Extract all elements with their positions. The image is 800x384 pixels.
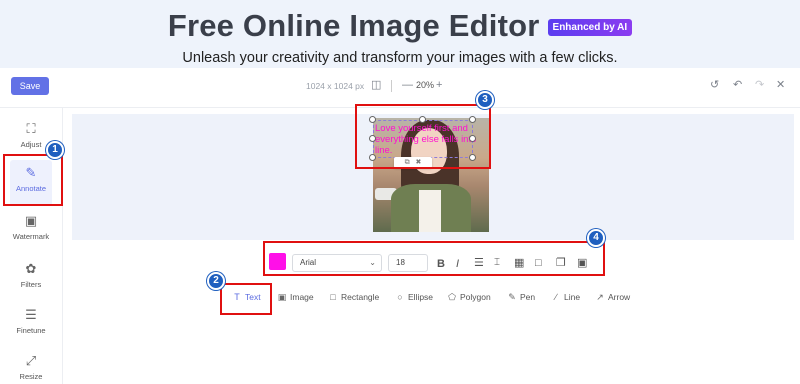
font-size-value: 18 — [396, 258, 405, 267]
sidebar-item-finetune[interactable]: ☰ Finetune — [0, 302, 62, 348]
image-icon: ▣ — [277, 292, 287, 302]
tool-label: Arrow — [608, 292, 631, 302]
bold-icon[interactable]: B — [437, 257, 445, 271]
text-icon: T — [234, 292, 240, 302]
resize-handle[interactable] — [369, 154, 376, 161]
photo-shirt — [419, 190, 441, 232]
toolbar-divider — [391, 80, 392, 92]
tool-label: Pen — [520, 292, 536, 302]
sidebar-item-label: Watermark — [12, 232, 50, 241]
tool-rectangle[interactable]: □ Rectangle — [327, 290, 379, 304]
tool-image[interactable]: ▣ Image — [276, 290, 314, 304]
zoom-in-icon[interactable]: + — [436, 78, 442, 92]
text-height-icon[interactable]: ⌶ — [494, 256, 500, 270]
shadow-icon[interactable]: ❐ — [556, 256, 566, 270]
line-icon: ∕ — [555, 292, 557, 302]
tool-ellipse[interactable]: ○ Ellipse — [394, 290, 433, 304]
tool-arrow[interactable]: ↗ Arrow — [594, 290, 630, 304]
duplicate-icon[interactable]: ⧉ — [405, 159, 410, 166]
sidebar-item-label: Resize — [19, 372, 43, 381]
tool-label: Line — [564, 292, 581, 302]
reset-icon[interactable]: ↺ — [710, 78, 719, 92]
page-subtitle: Unleash your creativity and transform yo… — [182, 50, 618, 66]
tool-polygon[interactable]: ⬠ Polygon — [446, 290, 491, 304]
border-icon[interactable]: □ — [535, 256, 542, 270]
undo-icon[interactable]: ↶ — [733, 78, 742, 92]
color-swatch[interactable] — [269, 253, 286, 270]
step-badge-2: 2 — [207, 272, 225, 290]
tool-label: Image — [290, 292, 314, 302]
tool-text[interactable]: T Text — [231, 290, 261, 304]
font-family-select[interactable]: Arial ⌄ — [292, 254, 382, 272]
align-icon[interactable]: ☰ — [474, 256, 484, 270]
step-badge-3: 3 — [476, 91, 494, 109]
tool-line[interactable]: ∕ Line — [550, 290, 580, 304]
step-badge-1: 1 — [46, 141, 64, 159]
tool-label: Polygon — [460, 292, 491, 302]
background-icon[interactable]: ▣ — [577, 256, 587, 270]
zoom-level: 20% — [416, 80, 435, 90]
save-button[interactable]: Save — [11, 77, 49, 95]
close-icon[interactable]: ✕ — [776, 78, 785, 92]
resize-handle[interactable] — [419, 116, 426, 123]
zoom-out-icon[interactable]: — — [402, 78, 413, 92]
resize-handle[interactable] — [469, 154, 476, 161]
chevron-down-icon: ⌄ — [369, 258, 376, 267]
image-dimensions: 1024 x 1024 px — [306, 81, 365, 91]
transparency-icon[interactable]: ▦ — [514, 256, 524, 270]
text-annotation-box[interactable]: Love yourself first and everything else … — [373, 120, 476, 158]
sidebar-item-label: Finetune — [16, 326, 46, 335]
resize-handle[interactable] — [369, 116, 376, 123]
resize-icon: ⤢ — [25, 353, 37, 368]
tool-label: Text — [245, 292, 261, 302]
resize-handle[interactable] — [469, 135, 476, 142]
tool-pen[interactable]: ✎ Pen — [506, 290, 535, 304]
redo-icon[interactable]: ↷ — [755, 78, 764, 92]
crop-icon: ⛶ — [26, 121, 36, 136]
sidebar-item-label: Annotate — [15, 184, 47, 193]
image-icon: ▣ — [24, 213, 38, 228]
tool-label: Rectangle — [341, 292, 380, 302]
annotation-tools: T Text ▣ Image □ Rectangle ○ Ellipse ⬠ Polygo… — [0, 290, 800, 306]
step-badge-4: 4 — [587, 229, 605, 247]
arrow-icon: ↗ — [596, 292, 604, 302]
pen-icon: ✎ — [508, 292, 516, 302]
sidebar-item-annotate[interactable]: ✎ Annotate — [10, 160, 52, 206]
polygon-icon: ⬠ — [448, 292, 456, 302]
sliders-icon: ☰ — [25, 307, 37, 322]
filters-icon: ✿ — [25, 261, 37, 276]
trash-icon[interactable]: ✖ — [415, 159, 421, 166]
compare-icon[interactable]: ◫ — [371, 78, 381, 92]
font-size-input[interactable]: 18 — [388, 254, 428, 272]
resize-handle[interactable] — [369, 135, 376, 142]
font-family-value: Arial — [300, 258, 317, 267]
annotation-text[interactable]: Love yourself first and everything else … — [375, 123, 477, 156]
italic-icon[interactable]: I — [456, 257, 459, 271]
ai-badge: Enhanced by AI — [547, 18, 633, 36]
hero-header: Free Online Image Editor Enhanced by AI — [0, 8, 800, 44]
page-title: Free Online Image Editor — [167, 8, 540, 43]
resize-handle[interactable] — [469, 116, 476, 123]
ellipse-icon: ○ — [397, 292, 403, 302]
annotation-actions: ⧉ ✖ — [394, 157, 432, 168]
sidebar-item-resize[interactable]: ⤢ Resize — [0, 348, 62, 384]
tool-label: Ellipse — [408, 292, 434, 302]
sidebar-item-label: Filters — [20, 280, 42, 289]
editor-toolbar: Save 1024 x 1024 px ◫ — 20% + ↺ ↶ ↷ ✕ — [0, 68, 800, 108]
sidebar-item-watermark[interactable]: ▣ Watermark — [0, 208, 62, 254]
pencil-icon: ✎ — [25, 165, 37, 180]
rectangle-icon: □ — [330, 292, 336, 302]
